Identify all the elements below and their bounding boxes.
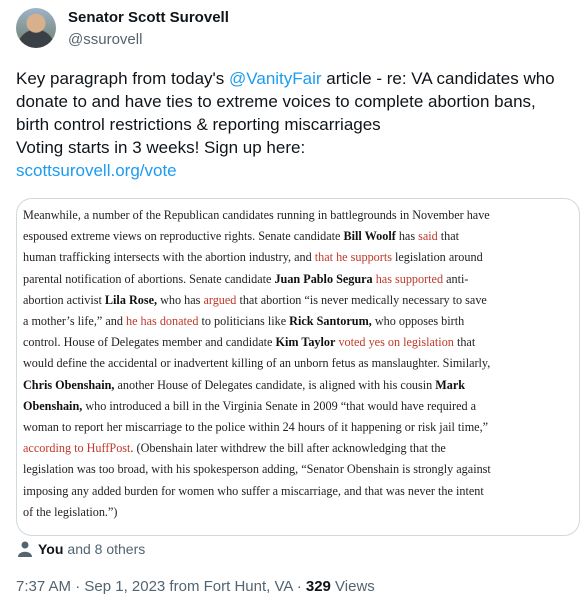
tweet-text-part: Key paragraph from today's	[16, 69, 230, 88]
excerpt-link: that he supports	[314, 250, 392, 265]
tweet-meta: 7:37 AM · Sep 1, 2023 from Fort Hunt, VA…	[16, 578, 375, 595]
author-name[interactable]: Senator Scott Surovell	[68, 9, 229, 26]
excerpt-text: to politicians like	[198, 314, 290, 329]
excerpt-line: imposing any added burden for women who …	[23, 483, 484, 498]
excerpt-text: another House of Delegates candidate, is…	[114, 377, 436, 392]
timestamp[interactable]: 7:37 AM · Sep 1, 2023 from Fort Hunt, VA…	[16, 578, 306, 595]
excerpt-text: . (Obenshain later withdrew the bill aft…	[130, 441, 446, 456]
excerpt-text: legislation around	[391, 250, 483, 265]
tweet-text: Key paragraph from today's @VanityFair a…	[16, 67, 571, 182]
author-handle[interactable]: @ssurovell	[68, 31, 142, 48]
person-icon	[18, 541, 32, 557]
excerpt-name: Rick Santorum,	[289, 314, 372, 329]
excerpt-link: he has donated	[126, 314, 199, 329]
excerpt-text: a mother’s life,” and	[23, 314, 126, 329]
excerpt-name: Kim Taylor	[275, 335, 336, 350]
excerpt-line: would define the accidental or inadverte…	[23, 356, 491, 371]
excerpt-link: has supported	[372, 271, 444, 286]
vote-link[interactable]: scottsurovell.org/vote	[16, 159, 571, 182]
excerpt-line: legislation was too broad, with his spok…	[23, 462, 491, 477]
excerpt-name: Obenshain,	[23, 398, 83, 413]
excerpt-text: anti-	[443, 271, 469, 286]
views-count: 329	[305, 578, 331, 595]
excerpt-name: Lila Rose,	[104, 292, 158, 307]
tweet-text-line: birth control restrictions & reporting m…	[16, 115, 381, 134]
mention-link[interactable]: @VanityFair	[229, 69, 322, 88]
excerpt-text: human trafficking intersects with the ab…	[23, 250, 315, 265]
article-excerpt-image[interactable]: Meanwhile, a number of the Republican ca…	[16, 198, 580, 536]
excerpt-text: who has	[157, 292, 204, 307]
excerpt-name: Juan Pablo Segura	[274, 271, 373, 286]
liked-by[interactable]: You and 8 others	[18, 541, 145, 557]
excerpt-link: according to HuffPost	[23, 441, 131, 456]
liked-by-others[interactable]: and 8 others	[67, 541, 145, 557]
excerpt-text: that	[453, 335, 476, 350]
excerpt-line: Meanwhile, a number of the Republican ca…	[23, 208, 490, 222]
excerpt-text: parental notification of abortions. Sena…	[23, 271, 275, 286]
tweet-text-line: donate to and have ties to extreme voice…	[16, 92, 536, 111]
excerpt-name: Mark	[435, 377, 466, 392]
excerpt-link: said	[418, 229, 438, 244]
views-label: Views	[330, 578, 375, 595]
avatar[interactable]	[16, 8, 56, 48]
excerpt-text: abortion activist	[23, 292, 105, 307]
excerpt-text: has	[395, 229, 419, 244]
excerpt-link: voted yes on legislation	[335, 335, 454, 350]
excerpt-line: woman to report her miscarriage to the p…	[23, 420, 489, 435]
excerpt-name: Bill Woolf	[343, 229, 396, 244]
excerpt-name: Chris Obenshain,	[23, 377, 115, 392]
tweet-text-line: Voting starts in 3 weeks! Sign up here:	[16, 138, 306, 157]
liked-by-you: You	[38, 541, 64, 557]
tweet-text-part: article - re: VA candidates who	[321, 69, 555, 88]
excerpt-text: control. House of Delegates member and c…	[23, 335, 276, 350]
excerpt-text: that abortion “is never medically necess…	[236, 292, 487, 307]
excerpt-link: argued	[203, 292, 237, 307]
article-excerpt: Meanwhile, a number of the Republican ca…	[23, 205, 571, 523]
excerpt-line: of the legislation.”)	[23, 504, 118, 519]
excerpt-text: who introduced a bill in the Virginia Se…	[82, 398, 477, 413]
excerpt-text: espoused extreme views on reproductive r…	[23, 229, 344, 244]
excerpt-text: who opposes birth	[371, 314, 465, 329]
excerpt-text: that	[437, 229, 460, 244]
